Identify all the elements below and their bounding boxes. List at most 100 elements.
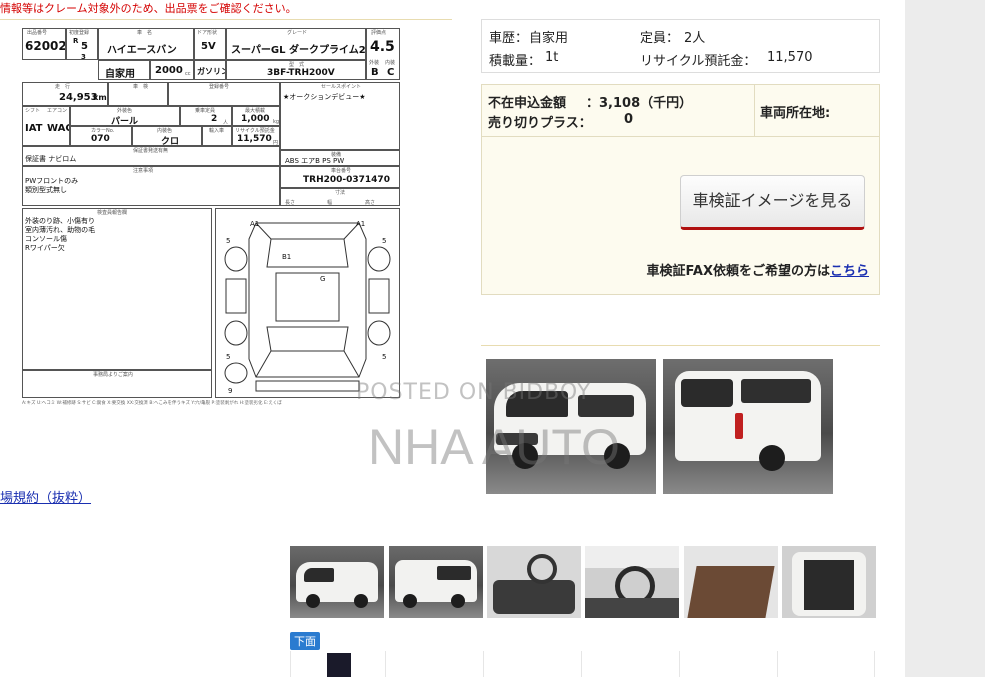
- capacity-cell: 乗車定員 2 人: [180, 106, 232, 126]
- seller-note-label: 事務局よりご案内: [93, 372, 133, 378]
- capacity-value: 2人: [684, 31, 706, 46]
- dims-label: 寸法: [335, 190, 346, 196]
- thumbnail-cargo[interactable]: [684, 546, 778, 618]
- cargo-opening: [804, 560, 854, 610]
- lot-number: 62002: [25, 39, 66, 53]
- grade-label: グレード: [287, 30, 308, 36]
- recycle-cell: リサイクル預託金 11,570 円: [232, 126, 280, 146]
- van-wheel: [403, 594, 417, 608]
- view-cert-button[interactable]: 車検証イメージを見る: [680, 175, 865, 230]
- capacity-label: 乗車定員: [195, 108, 216, 114]
- era: R: [73, 37, 79, 45]
- thumbnail-slot: [679, 651, 777, 677]
- car-outline-icon: [224, 222, 391, 392]
- thumbnail-dashboard[interactable]: [585, 546, 679, 618]
- inspector-note: Rワイパー欠: [25, 244, 65, 252]
- watermark-brand: NHA AUTO: [368, 419, 620, 475]
- load-value: 1t: [545, 50, 559, 65]
- load: 1,000: [241, 114, 270, 124]
- reg-no-label: 登録番号: [209, 84, 230, 90]
- van-wheel: [306, 594, 320, 608]
- capacity-label: 定員：: [640, 31, 680, 46]
- grade-cell: グレード スーパーGL ダークプライム2: [226, 28, 366, 60]
- history-label: 車歴：: [489, 31, 529, 46]
- underside-thumbnail[interactable]: [327, 653, 351, 677]
- color-code: 070: [91, 134, 110, 144]
- displacement: 2000: [155, 65, 183, 76]
- inspection-cell: 車 検: [108, 82, 168, 106]
- history-value: 自家用: [529, 31, 569, 46]
- color-label: 外装色: [117, 108, 133, 114]
- divider: [0, 19, 452, 20]
- thumbnail-rear-open[interactable]: [782, 546, 876, 618]
- damage-diagram: A1 A1 B1 G 5 5 5 5 9: [215, 208, 400, 398]
- km-unit: km: [93, 93, 107, 102]
- ext-score: B: [371, 67, 379, 78]
- thumbnail-front-left[interactable]: [290, 546, 384, 618]
- shift-ac-cell: シフト エアコン IAT WAC: [22, 106, 70, 146]
- score-label: 評価点: [371, 30, 387, 36]
- model-code-label: 型 式: [289, 62, 305, 68]
- thumbnail-interior[interactable]: [487, 546, 581, 618]
- mileage-cell: 走 行 24,953 km: [22, 82, 108, 106]
- lot-cell: 出品番号 62002: [22, 28, 66, 60]
- inspector-note: コンソール傷: [25, 235, 67, 243]
- recycle-label: リサイクル預託金：: [640, 54, 757, 69]
- load-label: 最大積載: [245, 108, 266, 114]
- length-label: 長さ: [285, 200, 296, 206]
- first-reg-label: 初度登録: [69, 30, 90, 36]
- underside-badge[interactable]: 下面: [290, 632, 320, 650]
- notes-cell: 注意事項 PWフロントのみ 類別型式無し: [22, 166, 280, 206]
- capacity-unit: 人: [223, 120, 229, 126]
- mileage: 24,953: [59, 92, 98, 103]
- damage-mark: 9: [228, 387, 233, 395]
- model-code-cell: 型 式 3BF-TRH200V: [226, 60, 366, 80]
- shift-label: シフト: [25, 108, 41, 114]
- auction-sheet: 出品番号 62002 初度登録 R 5 3 車 名 ハイエースバン ドア形状 5…: [22, 28, 402, 406]
- damage-mark: 5: [382, 237, 387, 245]
- score-cell: 評価点 4.5 外装 内装 B C: [366, 28, 400, 80]
- fax-request: 車検証FAX依頼をご希望の方はこちら: [647, 260, 870, 279]
- chassis-label: 車台番号: [331, 168, 352, 174]
- car-name-cell: 車 名 ハイエースバン: [98, 28, 194, 60]
- score: 4.5: [370, 39, 395, 55]
- damage-mark: G: [320, 275, 326, 283]
- divider: [482, 136, 879, 137]
- fax-text: 車検証FAX依頼をご希望の方は: [646, 264, 830, 279]
- notes-label: 注意事項: [133, 168, 154, 174]
- auction-rules-link[interactable]: 場規約（抜粋）: [0, 487, 91, 506]
- lot-label: 出品番号: [27, 30, 48, 36]
- damage-mark: A1: [250, 220, 260, 228]
- load-unit: kg: [273, 119, 280, 125]
- fax-link[interactable]: こちら: [830, 264, 869, 279]
- note-line: 類別型式無し: [25, 186, 67, 194]
- usage-cell: 自家用: [98, 60, 150, 80]
- thumbnail-slot: [483, 651, 581, 677]
- shift: IAT: [25, 123, 43, 134]
- reg-year: 5: [81, 41, 88, 52]
- thumbnail-rear-left[interactable]: [389, 546, 483, 618]
- dims-cell: 寸法 長さ 幅 高さ: [280, 188, 400, 206]
- import-label: 輸入車: [209, 128, 225, 134]
- color-cell: 外装色 パール: [70, 106, 180, 126]
- van-wheel: [451, 594, 465, 608]
- watermark-posted: POSTED ON BIDBOY: [356, 380, 592, 405]
- damage-mark: 5: [382, 353, 387, 361]
- interior-label: 内装色: [157, 128, 173, 134]
- damage-mark: A1: [356, 220, 366, 228]
- thumbnail-slot: [777, 651, 875, 677]
- ac-label: エアコン: [47, 108, 68, 114]
- main-photo-rear[interactable]: [663, 359, 833, 494]
- interior-color: クロ: [161, 137, 180, 146]
- damage-mark: 5: [226, 353, 231, 361]
- docs-label: 保証書発送有無: [133, 148, 169, 154]
- absent-bid-value: ：3,108（千円）: [586, 96, 693, 111]
- sales-point-cell: セールスポイント ★オークションデビュー★: [280, 82, 400, 150]
- chassis-cell: 車台番号 TRH200-0371470: [280, 166, 400, 188]
- model-code: 3BF-TRH200V: [267, 68, 335, 78]
- van-rear-window: [681, 379, 733, 407]
- absent-bid-label: 不在申込金額: [488, 96, 567, 111]
- van-windshield: [304, 568, 334, 582]
- thumbnail-slot: [385, 651, 483, 677]
- recycle-value: 11,570: [767, 50, 813, 65]
